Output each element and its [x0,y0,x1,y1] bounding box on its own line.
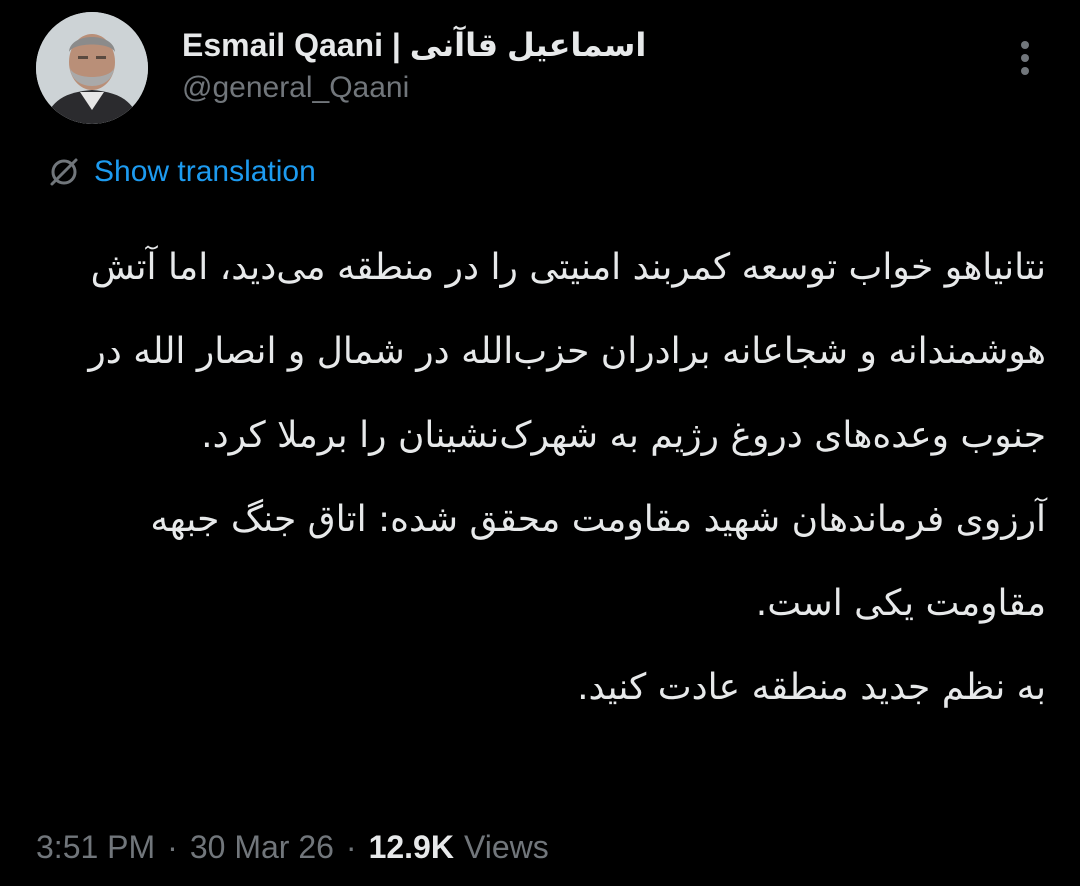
avatar[interactable] [36,12,148,124]
show-translation-link[interactable]: Show translation [46,152,316,192]
author-handle[interactable]: @general_Qaani [182,70,646,106]
tweet-paragraph: آرزوی فرماندهان شهید مقاومت محقق شده: ات… [150,499,1046,624]
tweet-meta: 3:51 PM · 30 Mar 26 · 12.9K Views [36,822,549,872]
tweet-header: Esmail Qaani | اسماعیل قاآنی @general_Qa… [36,12,1044,124]
tweet-time[interactable]: 3:51 PM [36,829,155,866]
tweet-text: نتانیاهو خواب توسعه کمربند امنیتی را در … [36,226,1046,730]
avatar-portrait-icon [36,12,148,124]
author-display-name[interactable]: Esmail Qaani | اسماعیل قاآنی [182,26,646,64]
tweet-paragraph: به نظم جدید منطقه عادت کنید. [577,667,1046,708]
author-block: Esmail Qaani | اسماعیل قاآنی @general_Qa… [182,26,646,106]
show-translation-label: Show translation [94,155,316,188]
more-vertical-icon [1021,41,1029,75]
meta-separator: · [345,828,357,865]
views-count[interactable]: 12.9K [369,829,454,866]
more-options-button[interactable] [1012,38,1038,78]
tweet-paragraph: نتانیاهو خواب توسعه کمربند امنیتی را در … [88,247,1046,456]
views-label: Views [463,828,549,865]
tweet-date[interactable]: 30 Mar 26 [190,829,334,866]
translate-globe-icon [50,158,78,186]
meta-separator: · [167,828,178,865]
